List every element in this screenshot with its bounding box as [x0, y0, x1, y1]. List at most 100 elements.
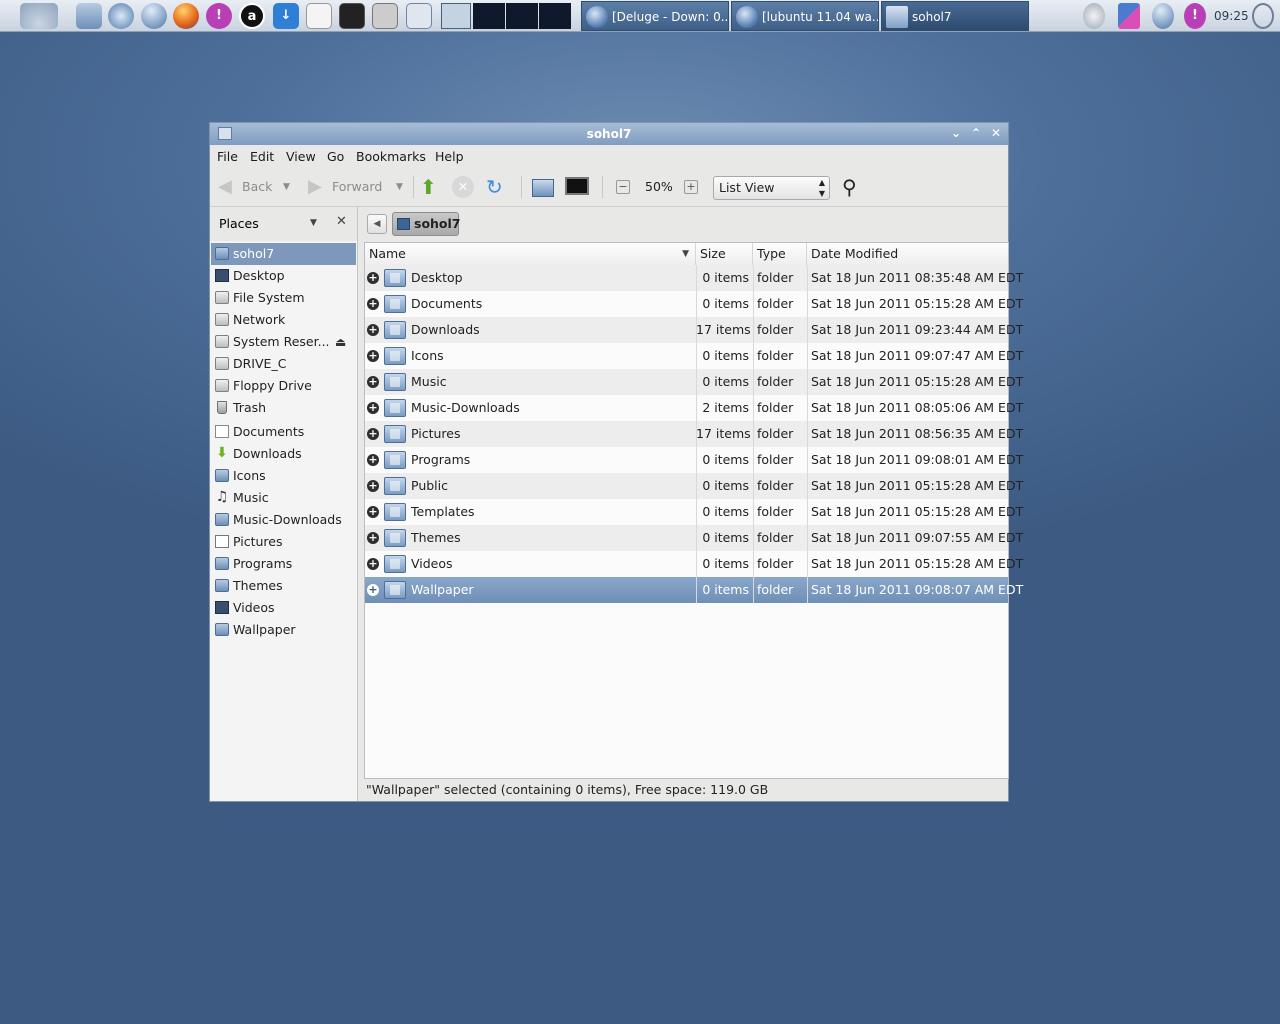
- expand-icon[interactable]: +: [367, 480, 379, 492]
- column-date-modified[interactable]: Date Modified: [807, 243, 1008, 265]
- forward-button[interactable]: ▶ Forward: [306, 176, 382, 198]
- place-file-system[interactable]: File System: [211, 287, 356, 309]
- forward-history-dropdown[interactable]: ▼: [396, 176, 403, 198]
- file-row[interactable]: + Wallpaper 0 items folder Sat 18 Jun 2011 0…: [365, 577, 1023, 603]
- place-sohol7[interactable]: sohol7: [211, 243, 356, 265]
- column-type[interactable]: Type: [753, 243, 807, 265]
- bookmark-documents[interactable]: Documents: [211, 421, 356, 443]
- file-row[interactable]: + Music-Downloads 2 items folder Sat 18 Jun …: [365, 395, 1023, 421]
- bookmark-music[interactable]: ♫ Music: [211, 487, 356, 509]
- workspace-1[interactable]: [441, 3, 471, 29]
- reload-button[interactable]: ↻: [486, 176, 503, 198]
- menu-view[interactable]: View: [286, 149, 316, 164]
- bookmark-wallpaper[interactable]: Wallpaper: [211, 619, 356, 641]
- network-tray-icon[interactable]: [1118, 3, 1140, 29]
- place-trash[interactable]: Trash: [211, 397, 356, 419]
- search-button[interactable]: ⚲: [842, 176, 857, 198]
- expand-icon[interactable]: +: [367, 454, 379, 466]
- menu-edit[interactable]: Edit: [250, 149, 274, 164]
- browser-launcher-icon[interactable]: [108, 3, 134, 29]
- maximize-button[interactable]: ⌃: [968, 125, 984, 141]
- expand-icon[interactable]: +: [367, 350, 379, 362]
- workspace-2[interactable]: [473, 3, 505, 29]
- eject-icon[interactable]: ⏏: [335, 331, 346, 353]
- path-scroll-left-button[interactable]: ◀: [367, 214, 387, 234]
- pidgin-tray-icon[interactable]: !: [1184, 3, 1206, 29]
- deluge-tray-icon[interactable]: [1152, 3, 1174, 29]
- expand-icon[interactable]: +: [367, 558, 379, 570]
- file-row[interactable]: + Downloads 17 items folder Sat 18 Jun 2011 …: [365, 317, 1023, 343]
- deluge-launcher-icon[interactable]: [141, 3, 167, 29]
- pidgin-launcher-icon[interactable]: !: [206, 3, 232, 29]
- bookmark-downloads[interactable]: ⬇ Downloads: [211, 443, 356, 465]
- close-pane-icon[interactable]: ✕: [336, 214, 347, 229]
- workspace-3[interactable]: [506, 3, 538, 29]
- file-manager-launcher-icon[interactable]: [76, 3, 102, 29]
- screenshot-launcher-icon[interactable]: [372, 3, 398, 29]
- place-drive-c[interactable]: DRIVE_C: [211, 353, 356, 375]
- minimize-button[interactable]: ⌄: [948, 125, 964, 141]
- task-browser[interactable]: [lubuntu 11.04 wa...: [731, 1, 879, 31]
- places-dropdown-icon[interactable]: ▼: [310, 218, 317, 228]
- text-editor-launcher-icon[interactable]: [306, 3, 332, 29]
- bookmark-programs[interactable]: Programs: [211, 553, 356, 575]
- file-row[interactable]: + Desktop 0 items folder Sat 18 Jun 2011 08:…: [365, 265, 1023, 291]
- file-row[interactable]: + Videos 0 items folder Sat 18 Jun 2011 05:1…: [365, 551, 1023, 577]
- task-file-manager[interactable]: sohol7: [881, 1, 1029, 31]
- back-button[interactable]: ◀ Back: [216, 176, 272, 198]
- power-icon[interactable]: [1252, 3, 1274, 29]
- menu-help[interactable]: Help: [435, 149, 464, 164]
- file-row[interactable]: + Programs 0 items folder Sat 18 Jun 2011 09…: [365, 447, 1023, 473]
- bookmark-icons[interactable]: Icons: [211, 465, 356, 487]
- bookmark-music-downloads[interactable]: Music-Downloads: [211, 509, 356, 531]
- menu-file[interactable]: File: [217, 149, 238, 164]
- download-launcher-icon[interactable]: ↓: [273, 3, 299, 29]
- file-row[interactable]: + Documents 0 items folder Sat 18 Jun 2011 0…: [365, 291, 1023, 317]
- expand-icon[interactable]: +: [367, 506, 379, 518]
- show-desktop-icon[interactable]: [406, 3, 432, 29]
- expand-icon[interactable]: +: [367, 272, 379, 284]
- expand-icon[interactable]: +: [367, 376, 379, 388]
- expand-icon[interactable]: +: [367, 402, 379, 414]
- abiword-launcher-icon[interactable]: a: [239, 3, 265, 29]
- expand-icon[interactable]: +: [367, 324, 379, 336]
- volume-icon[interactable]: [1083, 3, 1105, 29]
- close-button[interactable]: ✕: [988, 125, 1004, 141]
- menu-go[interactable]: Go: [327, 149, 344, 164]
- terminal-launcher-icon[interactable]: [339, 3, 365, 29]
- file-row[interactable]: + Icons 0 items folder Sat 18 Jun 2011 09:07…: [365, 343, 1023, 369]
- window-titlebar[interactable]: sohol7 ⌄ ⌃ ✕: [210, 123, 1008, 145]
- place-desktop[interactable]: Desktop: [211, 265, 356, 287]
- expand-icon[interactable]: +: [367, 428, 379, 440]
- column-name[interactable]: Name ▼: [365, 243, 696, 265]
- main-menu-icon[interactable]: [20, 3, 58, 29]
- place-system-reserved[interactable]: System Reser... ⏏: [211, 331, 356, 353]
- file-row[interactable]: + Pictures 17 items folder Sat 18 Jun 2011 0…: [365, 421, 1023, 447]
- zoom-out-button[interactable]: −: [616, 180, 630, 194]
- bookmark-themes[interactable]: Themes: [211, 575, 356, 597]
- menu-bookmarks[interactable]: Bookmarks: [356, 149, 426, 164]
- file-row[interactable]: + Themes 0 items folder Sat 18 Jun 2011 09:0…: [365, 525, 1023, 551]
- expand-icon[interactable]: +: [367, 298, 379, 310]
- bookmark-pictures[interactable]: Pictures: [211, 531, 356, 553]
- computer-button[interactable]: [565, 177, 589, 195]
- task-deluge[interactable]: [Deluge - Down: 0...: [581, 1, 729, 31]
- file-row[interactable]: + Templates 0 items folder Sat 18 Jun 2011 0…: [365, 499, 1023, 525]
- firefox-launcher-icon[interactable]: [173, 3, 199, 29]
- file-row[interactable]: + Public 0 items folder Sat 18 Jun 2011 05:1…: [365, 473, 1023, 499]
- back-history-dropdown[interactable]: ▼: [283, 176, 290, 198]
- zoom-in-button[interactable]: +: [684, 180, 698, 194]
- column-size[interactable]: Size: [696, 243, 753, 265]
- clock[interactable]: 09:25: [1214, 0, 1249, 32]
- breadcrumb-sohol7[interactable]: sohol7: [392, 212, 461, 236]
- place-network[interactable]: Network: [211, 309, 356, 331]
- bookmark-videos[interactable]: Videos: [211, 597, 356, 619]
- up-button[interactable]: ⬆: [420, 176, 437, 198]
- expand-icon[interactable]: +: [367, 584, 379, 596]
- place-floppy-drive[interactable]: Floppy Drive: [211, 375, 356, 397]
- workspace-4[interactable]: [539, 3, 571, 29]
- stop-button[interactable]: ✕: [452, 176, 474, 198]
- file-row[interactable]: + Music 0 items folder Sat 18 Jun 2011 05:15…: [365, 369, 1023, 395]
- places-title[interactable]: Places: [219, 216, 259, 231]
- view-mode-select[interactable]: List View ▲ ▼: [713, 176, 830, 200]
